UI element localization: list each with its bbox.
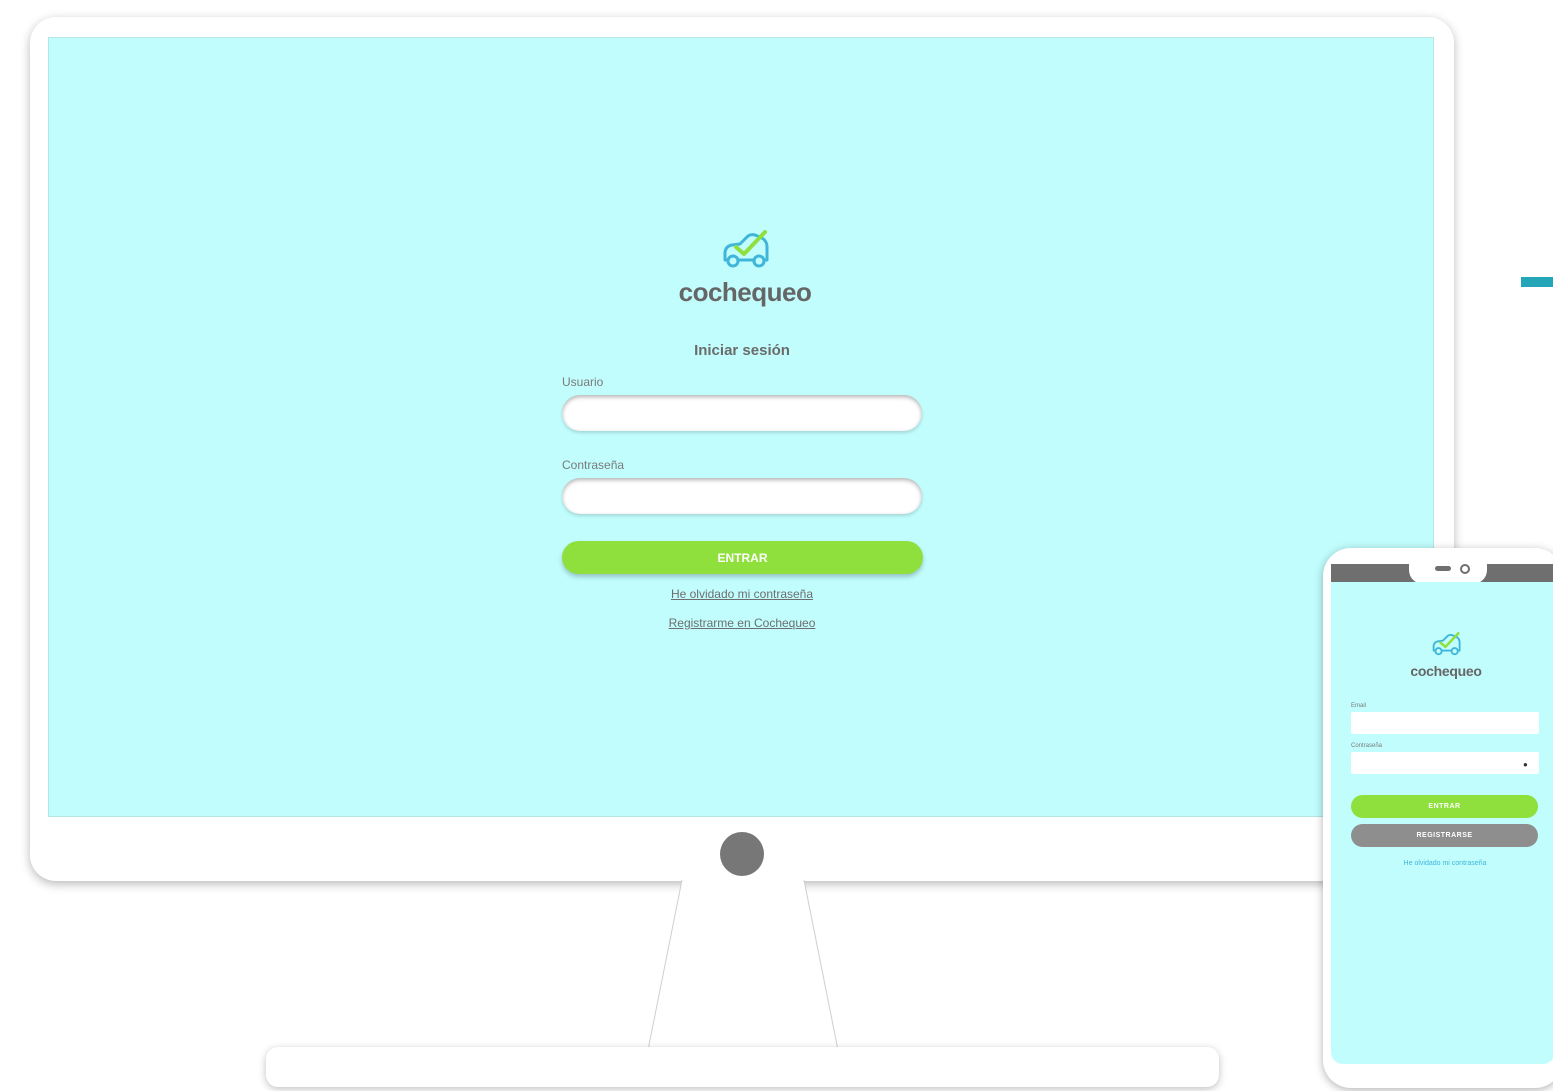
monitor-stand-outline — [648, 880, 838, 1050]
username-input[interactable] — [562, 395, 922, 431]
mobile-login-button[interactable]: ENTRAR — [1351, 795, 1538, 818]
register-link[interactable]: Registrarme en Cochequeo — [562, 616, 922, 630]
username-label: Usuario — [562, 375, 604, 389]
mobile-password-input[interactable] — [1351, 752, 1539, 774]
car-check-icon — [1432, 632, 1461, 656]
mobile-forgot-password-link[interactable]: He olvidado mi contraseña — [1351, 860, 1539, 867]
mobile-logo: cochequeo — [1401, 632, 1491, 679]
phone-speaker — [1435, 566, 1451, 571]
login-submit-button[interactable]: ENTRAR — [562, 541, 923, 574]
desktop-monitor — [30, 17, 1454, 881]
mobile-phone: cochequeo Email Contraseña ● ENTRAR REGI… — [1323, 548, 1553, 1088]
desktop-logo-text: cochequeo — [678, 277, 812, 307]
phone-camera — [1460, 564, 1470, 574]
mobile-email-label: Email — [1351, 703, 1367, 709]
mobile-logo-text: cochequeo — [1410, 663, 1482, 679]
login-title: Iniciar sesión — [694, 342, 790, 359]
forgot-password-link[interactable]: He olvidado mi contraseña — [562, 587, 922, 601]
mobile-screen: cochequeo Email Contraseña ● ENTRAR REGI… — [1331, 582, 1553, 1064]
mobile-password-label: Contraseña — [1351, 743, 1383, 749]
monitor-power-dot — [720, 832, 764, 876]
desktop-logo: cochequeo — [660, 230, 830, 308]
password-input[interactable] — [562, 478, 922, 514]
mobile-email-input[interactable] — [1351, 712, 1539, 734]
password-label: Contraseña — [562, 458, 625, 472]
eye-icon[interactable]: ● — [1523, 760, 1528, 769]
mobile-register-button[interactable]: REGISTRARSE — [1351, 824, 1538, 847]
accent-bar — [1521, 277, 1553, 287]
car-check-icon — [723, 230, 769, 268]
monitor-base — [266, 1047, 1219, 1087]
